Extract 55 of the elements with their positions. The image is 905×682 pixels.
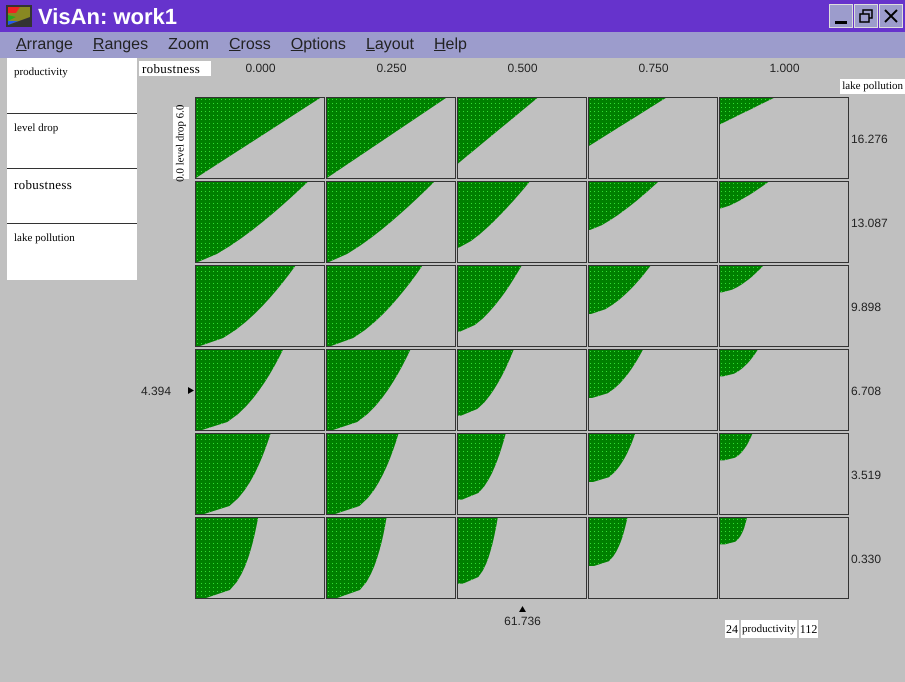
row-value: 13.087 [851,214,888,232]
range-min-value: 24 [725,620,739,638]
menu-item[interactable]: Help [434,33,467,57]
shaded-region [720,434,752,460]
row-marker-value: 4.394 [141,382,172,400]
column-value: 1.000 [769,60,800,77]
cell-axis-label: 0.0 level drop 6.0 [173,107,189,179]
shaded-region [458,518,498,584]
shaded-region [720,518,747,544]
app-icon [6,5,32,27]
attribute-label[interactable]: level drop [14,122,58,134]
row-value: 3.519 [851,466,882,484]
right-arrow-icon[interactable] [188,387,194,394]
menu-item[interactable]: Cross [228,33,271,57]
column-marker-value: 61.736 [504,613,541,630]
up-arrow-icon[interactable] [519,606,526,612]
shaded-region [720,98,774,124]
row-variable-label: lake pollution [840,79,905,94]
menu-item[interactable]: Ranges [92,33,148,57]
attribute-label[interactable]: robustness [14,177,72,192]
shaded-region [720,182,768,208]
column-value: 0.750 [638,60,669,77]
shaded-region [720,350,758,376]
menu-item[interactable]: Zoom [168,33,209,57]
close-icon [884,9,898,23]
row-value: 16.276 [851,130,888,148]
shaded-region [458,434,506,500]
shaded-region [720,266,763,292]
attribute-label[interactable]: productivity [14,66,68,78]
menu-item[interactable]: Options [290,33,346,57]
minimize-button[interactable] [829,4,853,28]
restore-button[interactable] [854,4,878,28]
menu-item[interactable]: Arrange [16,33,73,57]
row-value: 6.708 [851,382,882,400]
shaded-region [589,182,658,230]
row-value: 0.330 [851,550,882,568]
shaded-region [458,266,522,332]
shaded-region [589,518,628,566]
menu-item[interactable]: Layout [366,33,414,57]
range-max-value: 112 [798,620,818,638]
column-value: 0.500 [507,60,538,77]
restore-icon [859,9,873,23]
row-value: 9.898 [851,298,882,316]
shaded-region [589,434,636,482]
shaded-region [589,350,643,398]
close-button[interactable] [879,4,903,28]
shaded-region [589,266,650,314]
range-variable-label: productivity [741,620,797,638]
column-value: 0.000 [245,60,276,77]
attribute-label[interactable]: lake pollution [14,232,75,244]
column-variable-label: robustness [139,60,211,76]
shaded-region [458,182,530,248]
shaded-region [458,350,514,416]
column-value: 0.250 [376,60,407,77]
window-title: VisAn: work1 [38,2,177,30]
